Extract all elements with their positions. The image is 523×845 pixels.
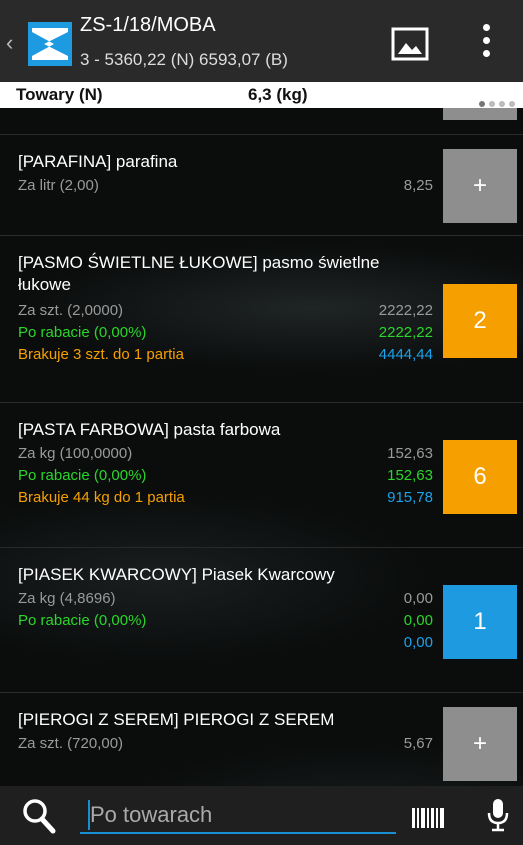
item-name: [PASTA FARBOWA] pasta farbowa xyxy=(18,420,281,439)
item-price-line: Za kg (4,8696) xyxy=(18,590,116,607)
summary-label: Towary (N) xyxy=(16,85,103,104)
item-price-line: Za szt. (720,00) xyxy=(18,735,124,752)
back-chevron-icon[interactable]: ‹ xyxy=(6,30,13,56)
item-discount-value: 152,63 xyxy=(387,467,433,484)
item-total-value: 4444,44 xyxy=(378,346,433,363)
image-icon[interactable] xyxy=(391,27,429,61)
search-icon[interactable] xyxy=(22,798,56,834)
document-subtitle: 3 - 5360,22 (N) 6593,07 (B) xyxy=(80,50,288,69)
item-missing-line: Brakuje 3 szt. do 1 partia xyxy=(18,346,184,363)
list-item[interactable]: [PARAFINA] parafina Za litr (2,00) 8,25 … xyxy=(0,135,523,236)
list-item[interactable]: [PIEROGI Z SEREM] PIEROGI Z SEREM Za szt… xyxy=(0,693,523,786)
item-name: [PASMO ŚWIETLNE ŁUKOWE] pasmo świetlne ł… xyxy=(18,253,380,294)
item-price-line: Za kg (100,0000) xyxy=(18,445,133,462)
add-button[interactable]: + xyxy=(443,149,517,223)
text-cursor xyxy=(88,800,90,830)
barcode-icon[interactable] xyxy=(412,808,446,828)
item-price-line: Za szt. (2,0000) xyxy=(18,302,124,319)
add-button[interactable]: + xyxy=(443,707,517,781)
item-discount-line: Po rabacie (0,00%) xyxy=(18,324,147,341)
document-title: ZS-1/18/MOBA xyxy=(80,14,216,36)
search-bar xyxy=(0,786,523,845)
item-price-line: Za litr (2,00) xyxy=(18,177,99,194)
action-bar: ‹ ZS-1/18/MOBA 3 - 5360,22 (N) 6593,07 (… xyxy=(0,0,523,82)
item-missing-line: Brakuje 44 kg do 1 partia xyxy=(18,489,185,506)
list-item-partial xyxy=(0,108,523,135)
item-price-value: 8,25 xyxy=(403,177,433,194)
item-discount-value: 0,00 xyxy=(403,612,433,629)
item-discount-line: Po rabacie (0,00%) xyxy=(18,467,147,484)
item-name: [PARAFINA] parafina xyxy=(18,152,178,171)
item-total-value: 0,00 xyxy=(403,634,433,651)
list-item[interactable]: [PIASEK KWARCOWY] Piasek Kwarcowy Za kg … xyxy=(0,548,523,693)
app-logo[interactable] xyxy=(28,22,72,66)
summary-bar: Towary (N) 6,3 (kg) xyxy=(0,82,523,108)
item-price-value: 2222,22 xyxy=(378,302,433,319)
item-total-value: 915,78 xyxy=(387,489,433,506)
search-input[interactable] xyxy=(80,798,396,834)
item-price-value: 0,00 xyxy=(403,590,433,607)
list-item[interactable]: [PASTA FARBOWA] pasta farbowa Za kg (100… xyxy=(0,403,523,548)
item-name: [PIEROGI Z SEREM] PIEROGI Z SEREM xyxy=(18,710,335,729)
item-discount-line: Po rabacie (0,00%) xyxy=(18,612,147,629)
quantity-button[interactable]: 2 xyxy=(443,284,517,358)
microphone-icon[interactable] xyxy=(486,798,510,832)
quantity-button[interactable]: 1 xyxy=(443,585,517,659)
item-price-value: 5,67 xyxy=(403,735,433,752)
item-price-value: 152,63 xyxy=(387,445,433,462)
summary-weight: 6,3 (kg) xyxy=(248,85,308,104)
overflow-menu-icon[interactable] xyxy=(476,24,496,64)
quantity-button[interactable]: 6 xyxy=(443,440,517,514)
item-discount-value: 2222,22 xyxy=(378,324,433,341)
item-name: [PIASEK KWARCOWY] Piasek Kwarcowy xyxy=(18,565,335,584)
product-list: [PARAFINA] parafina Za litr (2,00) 8,25 … xyxy=(0,108,523,786)
list-item[interactable]: [PASMO ŚWIETLNE ŁUKOWE] pasmo świetlne ł… xyxy=(0,236,523,403)
